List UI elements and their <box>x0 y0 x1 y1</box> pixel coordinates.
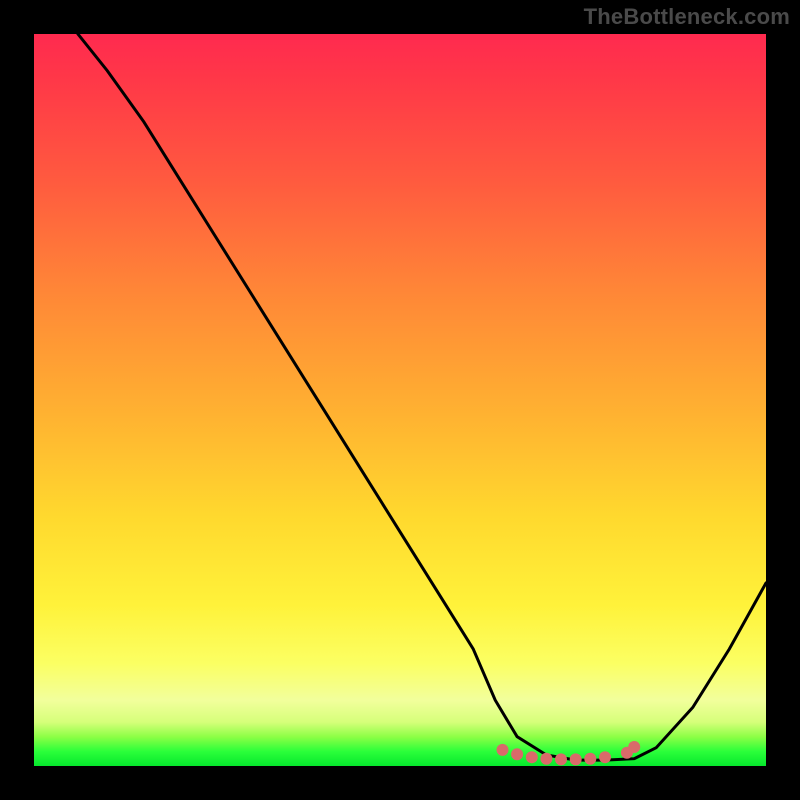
bottom-dot <box>599 751 611 763</box>
bottom-dot <box>628 741 640 753</box>
curve-layer <box>34 34 766 766</box>
watermark-text: TheBottleneck.com <box>584 4 790 30</box>
bottom-dots-group <box>497 741 641 765</box>
bottom-dot <box>555 753 567 765</box>
bottom-dot <box>540 753 552 765</box>
bottom-dot <box>526 751 538 763</box>
bottom-dot <box>584 753 596 765</box>
bottleneck-curve-path <box>78 34 766 760</box>
plot-area <box>34 34 766 766</box>
chart-frame: TheBottleneck.com <box>0 0 800 800</box>
bottom-dot <box>570 753 582 765</box>
bottom-dot <box>511 748 523 760</box>
bottom-dot <box>497 744 509 756</box>
